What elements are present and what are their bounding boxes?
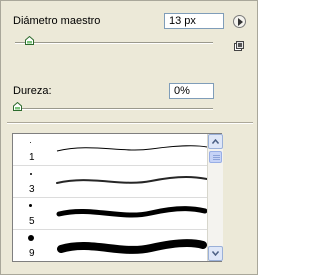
brush-tip-dot [30, 173, 32, 175]
brush-preset-row[interactable]: 5 [13, 198, 221, 230]
separator [7, 122, 253, 124]
brush-preset-list: 1 3 5 9 [12, 133, 222, 262]
preset-size: 3 [29, 184, 35, 195]
scroll-thumb[interactable] [209, 151, 222, 163]
preset-size: 5 [29, 216, 35, 227]
brush-tip-dot [29, 204, 32, 207]
grip-line [213, 157, 220, 158]
brush-preset-row[interactable]: 3 [13, 166, 221, 198]
grip-line [213, 159, 220, 160]
new-preset-icon[interactable] [234, 41, 244, 51]
diameter-slider-thumb[interactable] [25, 36, 34, 45]
preset-tip-preview: 5 [13, 198, 49, 229]
preset-tip-preview: 9 [13, 230, 49, 261]
brush-tip-dot [30, 142, 31, 143]
scroll-up-button[interactable] [208, 134, 223, 149]
chevron-up-icon [212, 139, 219, 144]
stroke-preview [56, 145, 208, 152]
hardness-input[interactable]: 0% [169, 83, 214, 99]
diameter-slider-track[interactable] [15, 42, 213, 44]
right-arrow-icon [238, 18, 243, 26]
preset-tip-preview: 1 [13, 134, 49, 165]
diameter-label: Diámetro maestro [13, 15, 101, 27]
chevron-down-icon [212, 251, 219, 256]
grip-line [213, 155, 220, 156]
menu-button[interactable] [233, 15, 246, 28]
preset-list-scrollbar[interactable] [207, 134, 223, 261]
preset-tip-preview: 3 [13, 166, 49, 197]
brush-preset-row[interactable]: 1 [13, 134, 221, 166]
stroke-preview [57, 239, 207, 254]
hardness-slider-thumb[interactable] [13, 102, 22, 111]
stroke-preview [56, 206, 208, 218]
brush-preset-row[interactable]: 9 [13, 230, 221, 261]
brush-tip-dot [28, 235, 34, 241]
scroll-down-button[interactable] [208, 246, 223, 261]
stroke-preview [56, 176, 208, 184]
diameter-input[interactable]: 13 px [164, 13, 224, 29]
preset-size: 1 [29, 152, 35, 163]
brush-options-panel: Diámetro maestro 13 px Dureza: 0% 1 3 5 … [0, 0, 258, 275]
hardness-slider-track[interactable] [15, 108, 213, 110]
preset-size: 9 [29, 248, 35, 259]
hardness-label: Dureza: [13, 85, 52, 97]
